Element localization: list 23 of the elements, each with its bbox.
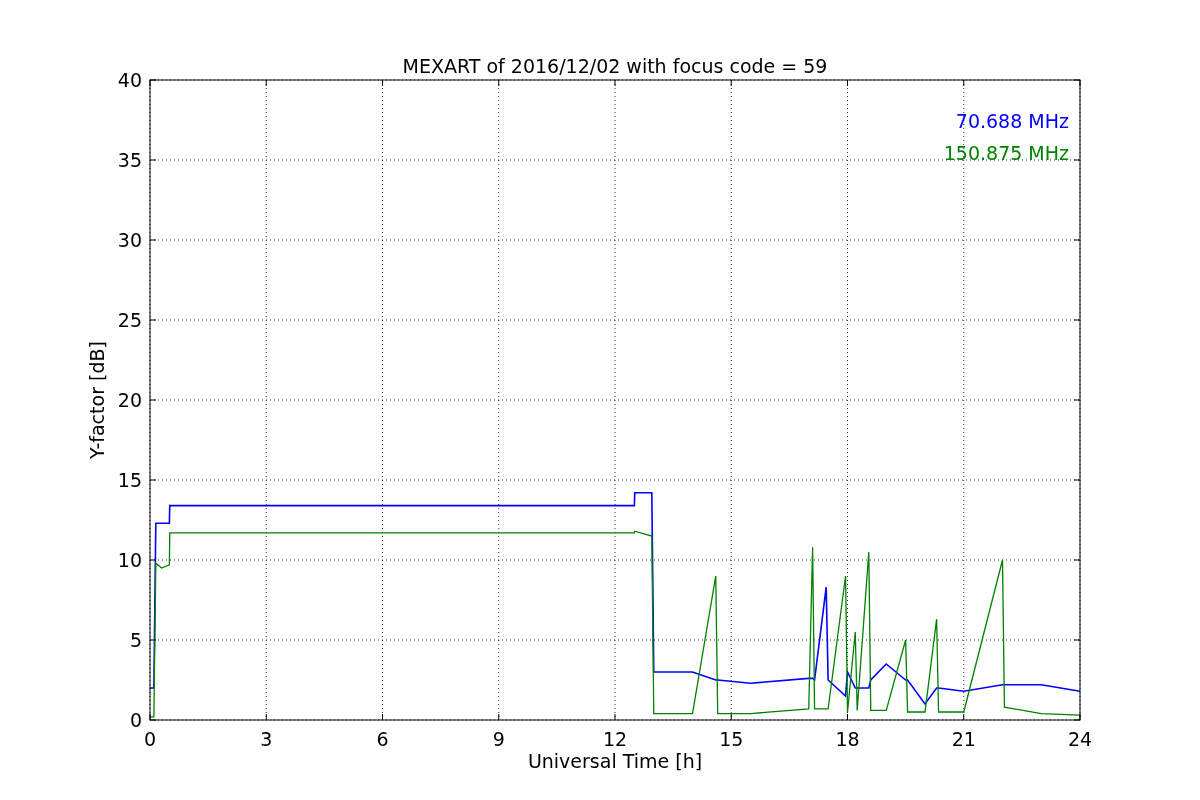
legend-label: 150.875 MHz xyxy=(943,142,1069,164)
x-tick-label: 3 xyxy=(260,728,273,750)
y-tick-label: 30 xyxy=(117,229,142,251)
x-tick-label: 12 xyxy=(602,728,628,750)
x-tick-label: 18 xyxy=(835,728,860,750)
x-tick-label: 24 xyxy=(1067,728,1093,750)
y-tick-label: 15 xyxy=(117,469,142,491)
x-tick-label: 9 xyxy=(492,728,505,750)
y-axis-label: Y-factor [dB] xyxy=(86,341,108,459)
x-tick-label: 0 xyxy=(143,728,157,750)
chart-title: MEXART of 2016/12/02 with focus code = 59 xyxy=(402,55,828,77)
y-tick-label: 40 xyxy=(117,69,142,91)
y-tick-label: 25 xyxy=(117,309,142,331)
x-tick-label: 21 xyxy=(951,728,976,750)
y-tick-label: 35 xyxy=(117,149,142,171)
y-tick-label: 10 xyxy=(117,549,142,571)
x-axis-label: Universal Time [h] xyxy=(527,750,703,772)
x-tick-label: 15 xyxy=(719,728,744,750)
y-tick-label: 5 xyxy=(129,629,142,651)
y-tick-label: 20 xyxy=(117,389,142,411)
legend-label: 70.688 MHz xyxy=(955,110,1069,132)
y-tick-label: 0 xyxy=(129,709,142,731)
x-tick-label: 6 xyxy=(376,728,389,750)
